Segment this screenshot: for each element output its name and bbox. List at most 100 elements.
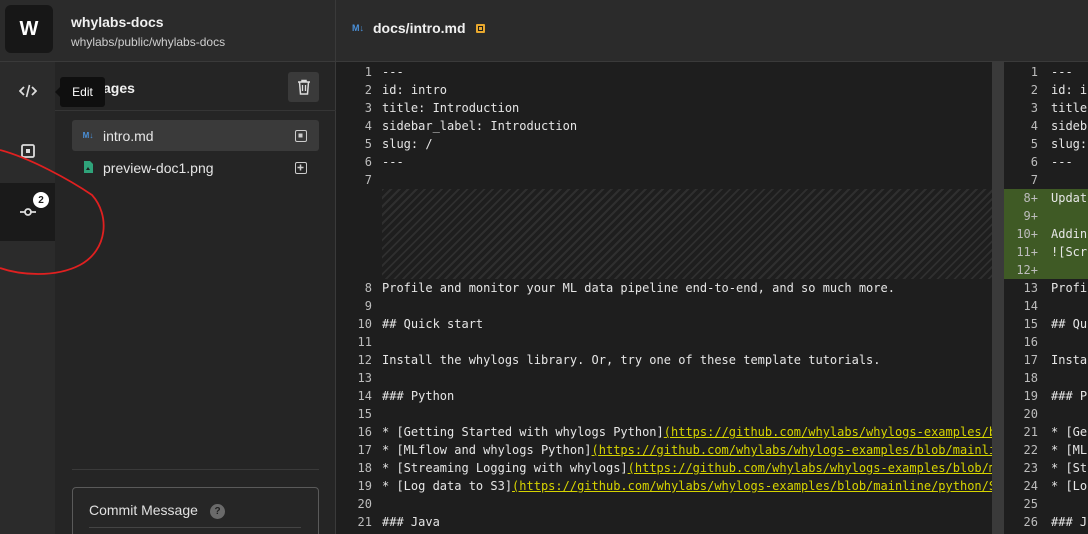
code-line: * [Log data to S3](https://github.com/wh…: [382, 479, 1003, 493]
line-number-text: 10: [1016, 227, 1031, 241]
commit-input-line: [89, 527, 301, 528]
line-number: 8+: [1004, 191, 1038, 205]
code-link[interactable]: (https://github.com/whylabs/whylogs-exam…: [512, 479, 1003, 493]
line-number: 18: [1004, 371, 1038, 385]
line-number: 12+: [1004, 263, 1038, 277]
line-number: 2: [1004, 83, 1038, 97]
code-line: * [St: [1051, 461, 1088, 475]
repo-avatar[interactable]: W: [5, 5, 53, 53]
line-number-text: 2: [1030, 83, 1038, 97]
line-number-text: 16: [1023, 335, 1038, 349]
code-line: Updat: [1051, 191, 1088, 205]
line-number: 11: [357, 335, 372, 349]
line-number: 5: [1004, 137, 1038, 151]
line-number: 14: [357, 389, 372, 403]
diff-marker: +: [1030, 263, 1038, 277]
code-line: ## Qu: [1051, 317, 1088, 331]
stage-file-icon[interactable]: [295, 129, 307, 142]
line-number: 8: [364, 281, 372, 295]
file-title: docs/intro.md: [373, 20, 466, 36]
line-number-text: 11: [1016, 245, 1031, 259]
changed-file-name: preview-doc1.png: [103, 159, 214, 176]
line-number: 1: [1004, 65, 1038, 79]
line-number: 16: [357, 425, 372, 439]
code-line: slug: /: [382, 137, 433, 151]
line-number: 10: [357, 317, 372, 331]
discard-changes-button[interactable]: [288, 72, 319, 102]
line-number-text: 22: [1023, 443, 1038, 457]
diff-filler-hatch: [382, 189, 1004, 279]
right-code-pane[interactable]: 1 --- 2 id: i3 title 4 sideb 5 slug: 6 --- 7 …: [1004, 62, 1088, 534]
line-number: 2: [364, 83, 372, 97]
markdown-file-icon: M↓: [82, 131, 94, 140]
preview-button[interactable]: [0, 122, 55, 180]
line-number: 20: [1004, 407, 1038, 421]
changed-file-row[interactable]: M↓ intro.md: [72, 120, 319, 151]
changed-file-row[interactable]: preview-doc1.png: [72, 152, 319, 183]
code-line: ### J: [1051, 515, 1088, 529]
line-number-text: 12: [1016, 263, 1031, 277]
line-number-text: 13: [1023, 281, 1038, 295]
code-line: * [Ge: [1051, 425, 1088, 439]
code-link[interactable]: (https://github.com/whylabs/whylogs-exam…: [664, 425, 1011, 439]
line-number: 24: [1004, 479, 1038, 493]
line-number: 7: [364, 173, 372, 187]
line-number: 6: [364, 155, 372, 169]
activity-rail: 2: [0, 62, 55, 534]
diff-marker: +: [1030, 245, 1038, 259]
commit-message-field[interactable]: Commit Message ?: [72, 487, 319, 534]
line-number: 13: [357, 371, 372, 385]
panel-title: ages: [103, 80, 135, 96]
code-text: ## Quick start: [382, 317, 484, 331]
line-number: 15: [357, 407, 372, 421]
code-line: * [Streaming Logging with whylogs](https…: [382, 461, 1003, 475]
line-number-text: 6: [1030, 155, 1038, 169]
code-text: ### Python: [382, 389, 455, 403]
code-line: * [MLflow and whylogs Python](https://gi…: [382, 443, 1011, 457]
line-number: 10+: [1004, 227, 1038, 241]
line-number-text: 5: [1030, 137, 1038, 151]
help-icon[interactable]: ?: [210, 504, 225, 519]
source-control-button[interactable]: 2: [0, 183, 55, 241]
trash-icon: [297, 79, 310, 95]
panel-divider: [55, 110, 336, 111]
diff-editor[interactable]: 1 --- 2 id: intro 3 title: Introduction 4 sideb…: [336, 62, 1088, 534]
code-line: id: i: [1051, 83, 1088, 97]
open-file-tab[interactable]: M↓ docs/intro.md: [352, 20, 485, 36]
code-line: Profile and monitor your ML data pipelin…: [382, 281, 895, 295]
commit-divider: [72, 469, 319, 470]
diff-marker: +: [1030, 191, 1038, 205]
code-line: ## Quick start: [382, 317, 483, 331]
line-number: 1: [364, 65, 372, 79]
line-number: 11+: [1004, 245, 1038, 259]
line-number: 14: [1004, 299, 1038, 313]
editor-scrollbar[interactable]: [992, 62, 1004, 534]
repo-path: whylabs/public/whylabs-docs: [71, 35, 226, 49]
line-number: 19: [357, 479, 372, 493]
code-line: Insta: [1051, 353, 1088, 367]
line-number-text: 24: [1023, 479, 1038, 493]
code-text: * [Getting Started with whylogs Python]: [382, 425, 664, 439]
line-number: 6: [1004, 155, 1038, 169]
changed-file-name: intro.md: [103, 127, 154, 144]
code-text: sidebar_label: Introduction: [382, 119, 578, 133]
edit-button[interactable]: [0, 62, 55, 120]
line-number: 21: [357, 515, 372, 529]
line-number-text: 23: [1023, 461, 1038, 475]
line-number: 20: [357, 497, 372, 511]
line-number-text: 25: [1023, 497, 1038, 511]
changes-count-badge: 2: [33, 192, 49, 208]
image-file-icon: [80, 160, 96, 176]
code-link[interactable]: (https://github.com/whylabs/whylogs-exam…: [628, 461, 1004, 475]
code-line: title: [1051, 101, 1088, 115]
code-line: ### P: [1051, 389, 1088, 403]
code-text: slug: /: [382, 137, 433, 151]
diff-marker: +: [1030, 227, 1038, 241]
code-icon: [18, 84, 37, 98]
stage-file-icon[interactable]: [295, 161, 307, 174]
line-number: 16: [1004, 335, 1038, 349]
line-number: 4: [364, 119, 372, 133]
diff-marker: +: [1030, 209, 1038, 223]
code-link[interactable]: (https://github.com/whylabs/whylogs-exam…: [592, 443, 1011, 457]
line-number-text: 7: [1030, 173, 1038, 187]
